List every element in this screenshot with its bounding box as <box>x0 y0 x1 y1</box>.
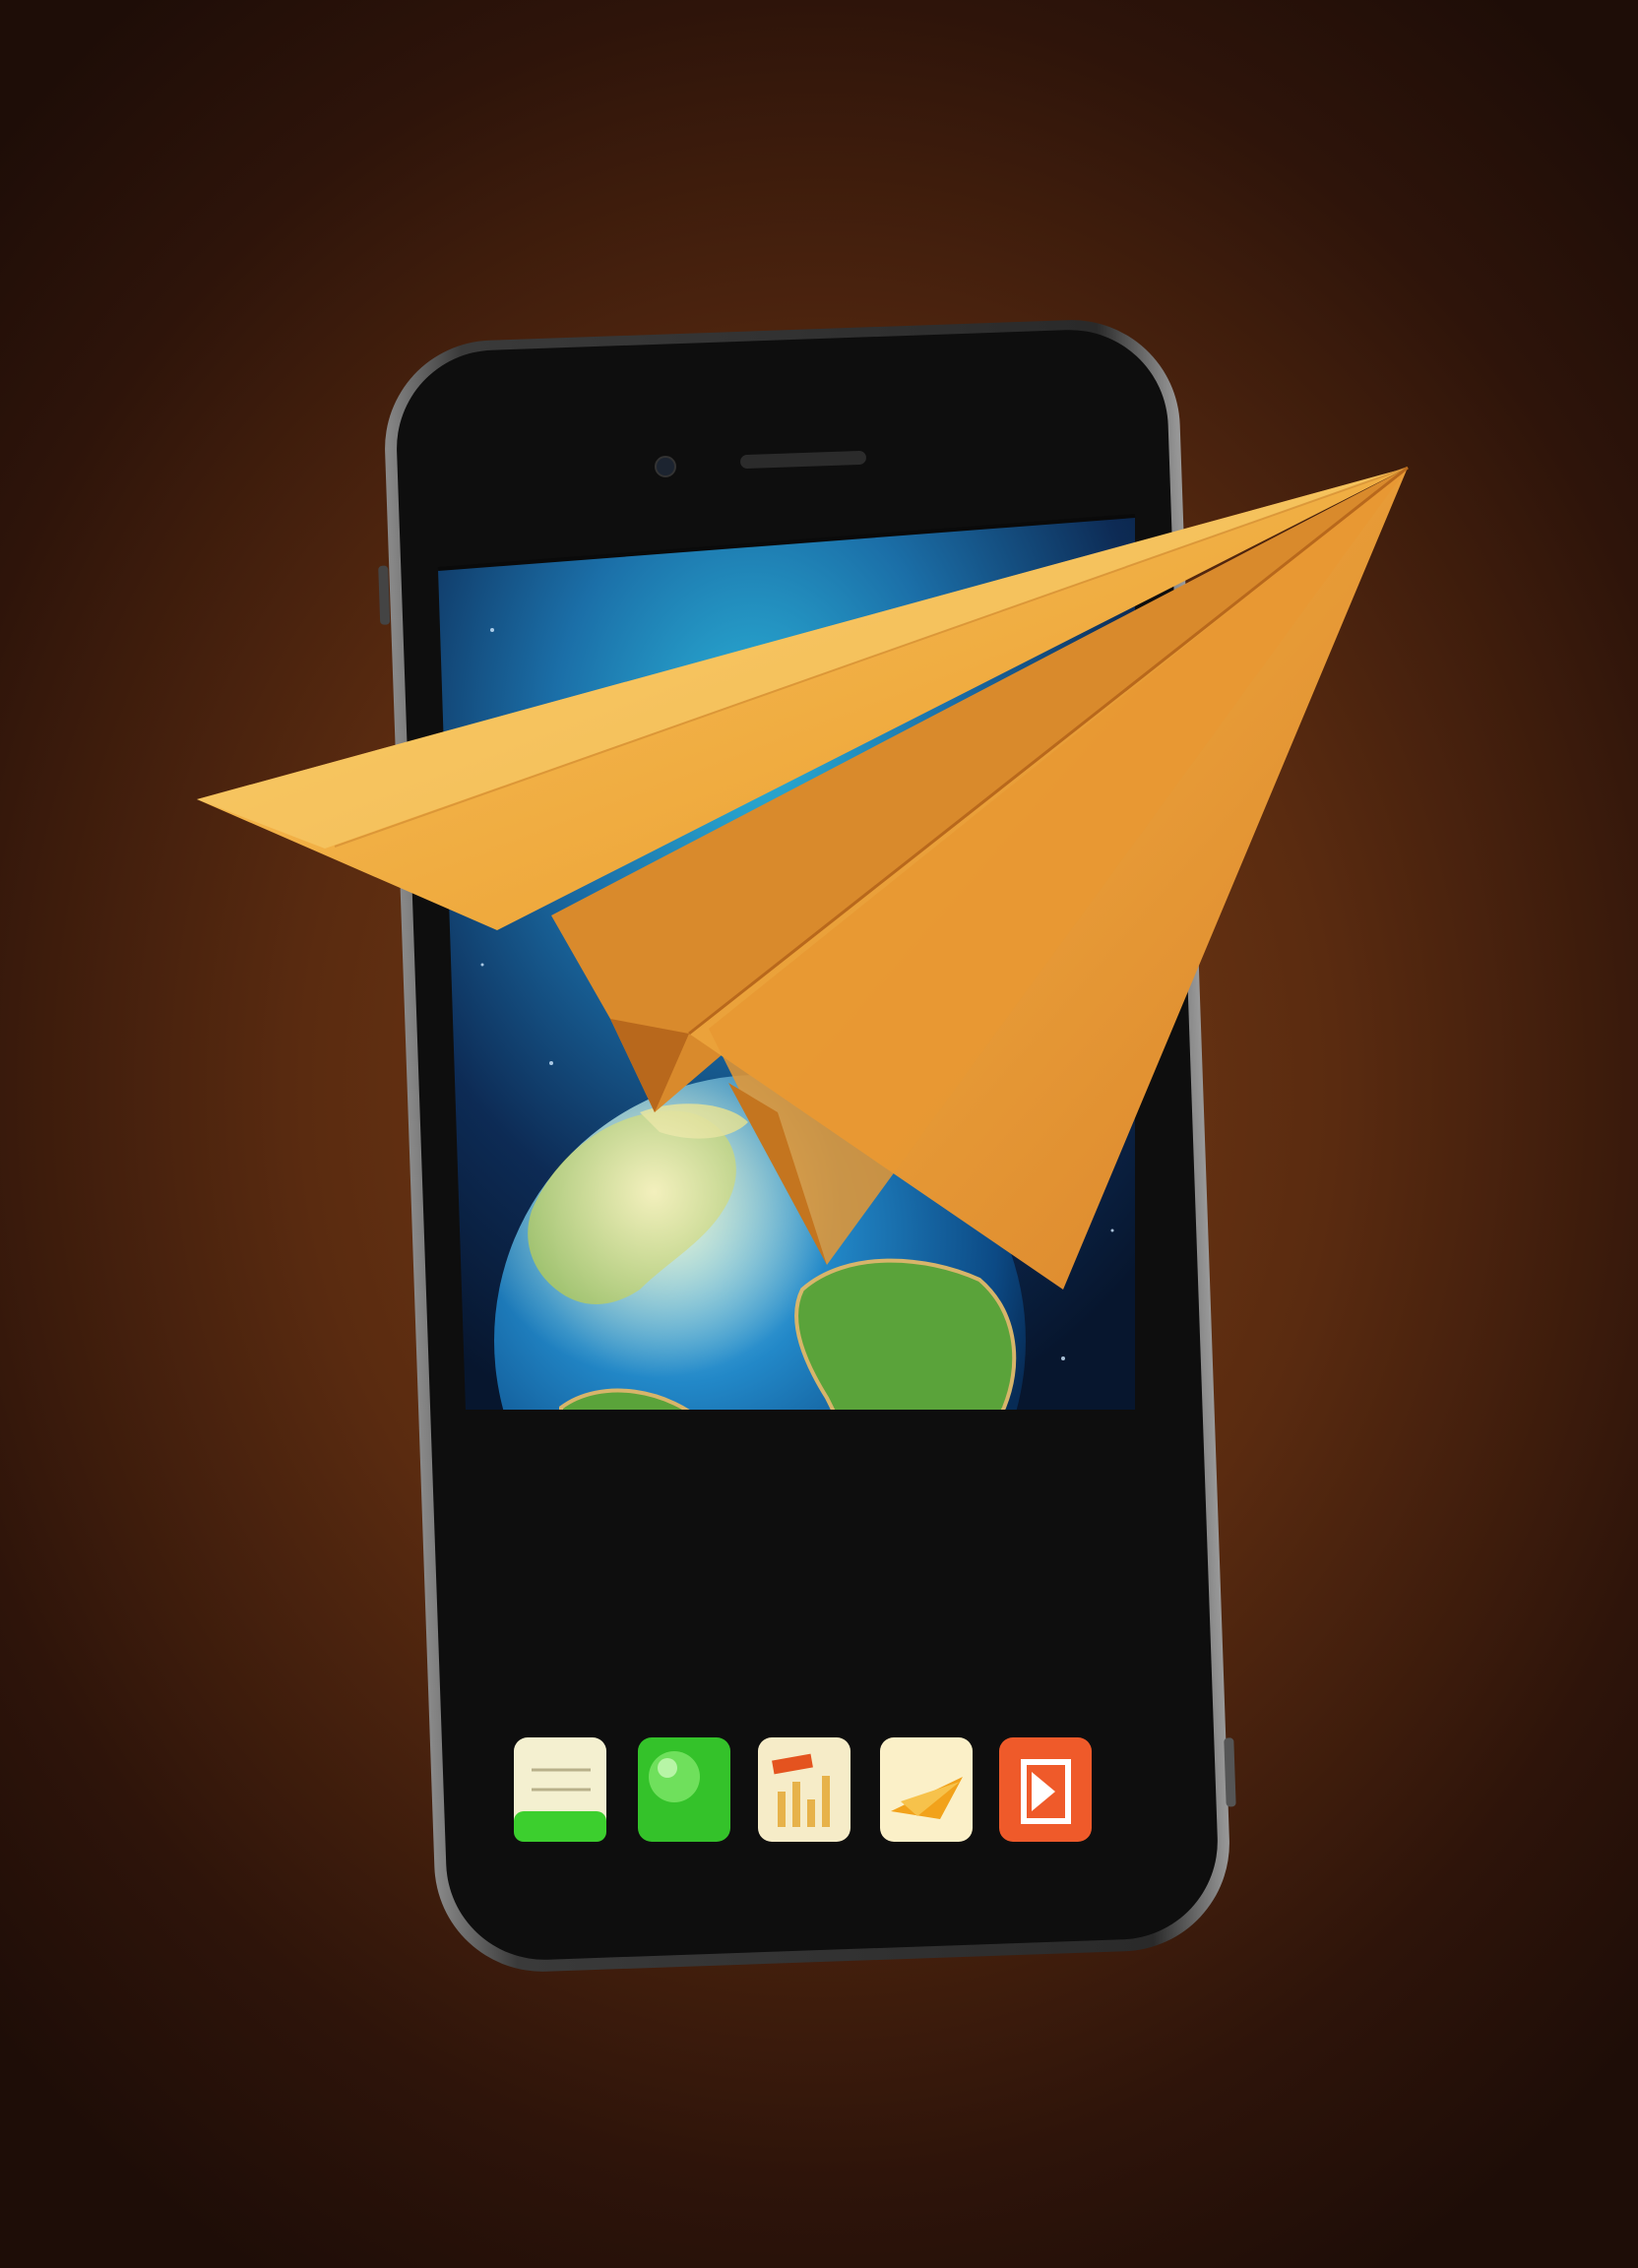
charts-icon[interactable] <box>758 1737 850 1842</box>
messages-icon[interactable] <box>638 1737 730 1842</box>
paper-plane-app-icon[interactable] <box>880 1737 973 1842</box>
volume-button <box>378 565 391 625</box>
notes-icon[interactable] <box>514 1737 606 1842</box>
video-app-icon[interactable] <box>999 1737 1092 1842</box>
app-dock <box>514 1737 1092 1842</box>
scene <box>197 320 1409 1972</box>
front-camera <box>655 456 676 477</box>
